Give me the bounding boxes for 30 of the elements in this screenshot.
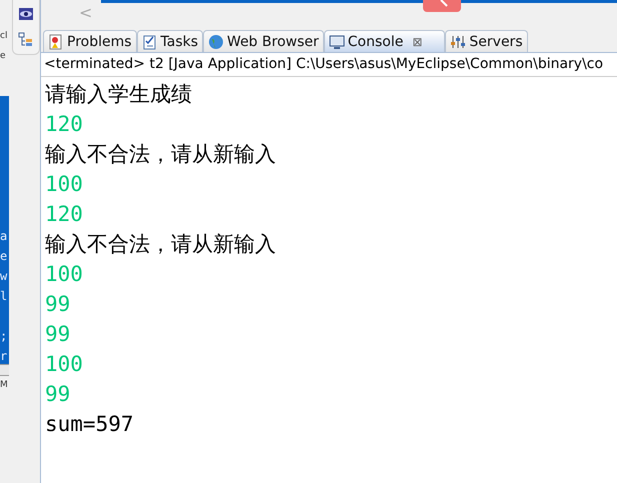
cut-text: e: [0, 50, 7, 62]
editor-strip: a e w l ; r: [0, 96, 9, 364]
console-line: 100: [45, 351, 84, 378]
console-line: sum=597: [45, 411, 135, 438]
view-tab[interactable]: Web Browser: [203, 30, 324, 52]
cut-text: M: [0, 380, 8, 390]
sliders-icon: [450, 34, 466, 50]
console-line: 99: [45, 291, 72, 318]
monitor-icon: [328, 34, 345, 50]
console-line: 99: [45, 381, 72, 408]
console-line: 99: [45, 321, 72, 348]
view-tab[interactable]: Console ⊠: [324, 30, 446, 52]
console-line: 120: [45, 111, 84, 138]
outline-icon[interactable]: [18, 32, 34, 48]
console-header: <terminated> t2 [Java Application] C:\Users\asus\MyEclipse\Common\binary\co: [41, 53, 617, 77]
view-tab[interactable]: Problems: [43, 30, 137, 52]
console-line: 120: [45, 201, 84, 228]
view-tab[interactable]: Servers: [445, 30, 528, 52]
eye-icon[interactable]: [18, 6, 34, 22]
console-line: 100: [45, 171, 84, 198]
warning-list-icon: [48, 34, 64, 50]
globe-icon: [208, 34, 224, 50]
console-line: 100: [45, 261, 84, 288]
checklist-icon: [142, 34, 158, 50]
view-tab[interactable]: Tasks: [136, 30, 204, 52]
cut-text: cl: [0, 30, 8, 42]
close-icon[interactable]: ⊠: [412, 34, 422, 48]
console-line: 输入不合法，请从新输入: [45, 231, 277, 258]
console-line: 输入不合法，请从新输入: [45, 141, 277, 168]
console-line: 请输入学生成绩: [45, 81, 193, 108]
